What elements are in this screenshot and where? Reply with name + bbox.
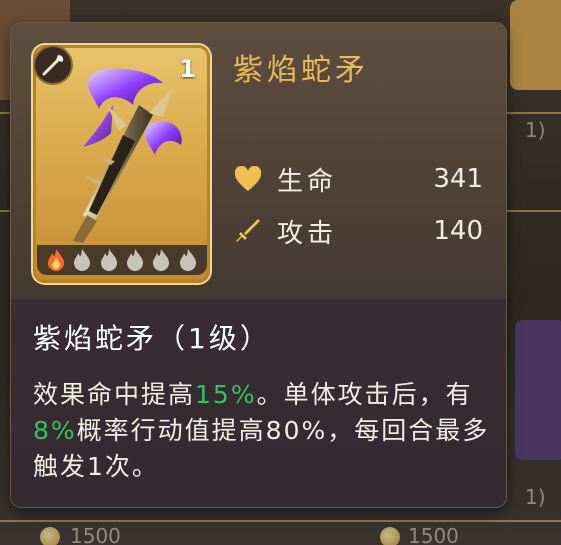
stat-label: 攻击: [277, 218, 338, 249]
star-rank-row: [37, 245, 207, 275]
bg-count-label: 1): [525, 485, 546, 509]
stat-value: 341: [433, 164, 483, 194]
flame-icon-inactive: [179, 249, 196, 271]
skill-desc-text: 效果命中提高: [33, 380, 196, 409]
item-name: 紫焰蛇矛: [233, 53, 369, 88]
stat-row-hp: 生命 341: [233, 159, 483, 199]
stat-row-attack: 攻击 140: [233, 211, 483, 251]
skill-title: 紫焰蛇矛（1级）: [33, 322, 271, 355]
item-level: 1: [179, 55, 196, 83]
heart-icon: [233, 164, 263, 194]
skill-desc-text: 概率行动值提高80%，每回合最多触发1次。: [33, 416, 490, 481]
bg-divider: [0, 520, 561, 522]
skill-description: 效果命中提高15%。单体攻击后，有 8%概率行动值提高80%，每回合最多触发1次。: [33, 377, 493, 485]
skill-desc-highlight: 15%: [195, 380, 257, 409]
flame-icon-inactive: [74, 249, 91, 271]
flame-icon-inactive: [127, 249, 144, 271]
item-card[interactable]: 1: [33, 45, 210, 283]
flame-icon-inactive: [100, 249, 117, 271]
flame-icon-active: [48, 249, 65, 271]
stat-value: 140: [433, 216, 483, 246]
purple-flame-spear-artwork: [73, 68, 182, 243]
skill-desc-highlight: 8%: [33, 416, 77, 445]
bg-price-label: 1500: [70, 524, 121, 545]
bg-card: [515, 320, 561, 460]
bg-price-label: 1500: [408, 524, 459, 545]
sword-icon: [233, 216, 263, 246]
item-detail-popup: 1 紫焰蛇矛 生命 341 攻击 140 紫焰蛇矛（1级） 效果命中提高15%。…: [11, 23, 506, 507]
coin-icon: [380, 527, 400, 545]
bg-count-label: 1): [525, 118, 546, 142]
stat-label: 生命: [277, 166, 338, 197]
flame-icon-inactive: [153, 249, 170, 271]
spear-type-icon: [35, 47, 71, 83]
skill-desc-text: 。单体攻击后，有: [256, 380, 473, 409]
coin-icon: [40, 527, 60, 545]
bg-card: [510, 0, 561, 90]
